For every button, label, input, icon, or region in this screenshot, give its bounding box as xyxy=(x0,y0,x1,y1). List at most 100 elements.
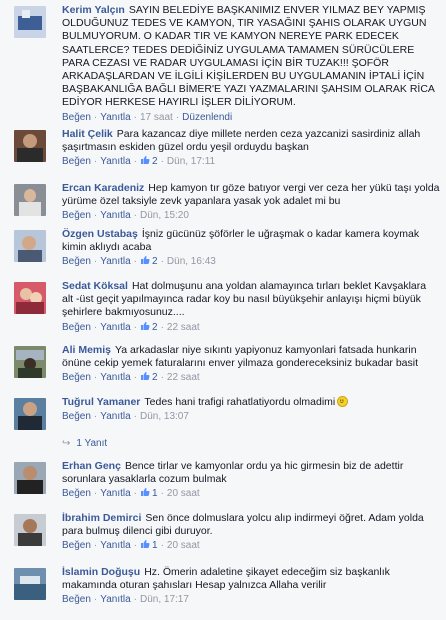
comment-text: Tedes hani trafigi rahatlatiyordu olmadi… xyxy=(144,396,336,408)
reply-arrow-icon: ↪ xyxy=(62,438,71,449)
thumbs-up-icon xyxy=(141,540,150,549)
comment-time[interactable]: 22 saat xyxy=(167,322,200,333)
avatar[interactable] xyxy=(14,282,46,314)
comment-meta: Beğen · Yanıtla · Dün, 17:17 xyxy=(62,594,189,606)
avatar[interactable] xyxy=(14,230,46,262)
like-count[interactable]: 2 xyxy=(140,156,158,167)
comment-author[interactable]: Sedat Köksal xyxy=(62,280,128,292)
reply-button[interactable]: Yanıtla xyxy=(100,488,130,499)
reply-button[interactable]: Yanıtla xyxy=(100,594,130,605)
thumbs-up-icon xyxy=(141,488,150,497)
comment-body: İbrahim Demirci Sen önce dolmuslara yolcu… xyxy=(62,512,440,538)
like-count[interactable]: 2 xyxy=(140,321,158,333)
comment: Sedat Köksal Hat dolmuşunu ana yoldan ala… xyxy=(0,276,446,340)
smile-emoji-icon xyxy=(337,396,349,407)
comment-meta: Beğen · Yanıtla · Dün, 13:07 xyxy=(62,411,189,423)
like-button[interactable]: Beğen xyxy=(62,322,91,333)
comment-author[interactable]: Tuğrul Yamaner xyxy=(62,396,140,408)
reply-button[interactable]: Yanıtla xyxy=(100,112,130,123)
comment-body: Özgen Ustabaş İşniz gücünüz şöförler le u… xyxy=(62,228,440,254)
comment-author[interactable]: Halit Çelik xyxy=(62,128,113,140)
like-button[interactable]: Beğen xyxy=(62,540,91,551)
comment: İslamin Doğuşu Hz. Ömerin adaletine şikay… xyxy=(0,562,446,612)
reply-button[interactable]: Yanıtla xyxy=(100,210,130,221)
like-count[interactable]: 1 xyxy=(140,540,158,551)
comment-meta: Beğen · Yanıtla · 17 saat · Düzenlendi xyxy=(62,111,233,123)
avatar[interactable] xyxy=(14,184,46,216)
reply-button[interactable]: Yanıtla xyxy=(100,256,130,267)
like-button[interactable]: Beğen xyxy=(62,256,91,267)
comment-body: Halit Çelik Para kazancaz diye millete ne… xyxy=(62,128,440,154)
comment-body: Sedat Köksal Hat dolmuşunu ana yoldan ala… xyxy=(62,280,440,320)
like-button[interactable]: Beğen xyxy=(62,372,91,383)
comment-time[interactable]: Dün, 17:17 xyxy=(140,594,189,605)
comment-text: Para kazancaz diye millete nerden ceza y… xyxy=(62,128,421,154)
comment-time[interactable]: Dün, 17:11 xyxy=(167,156,215,167)
thumbs-up-icon xyxy=(141,321,150,330)
comment-body: Erhan Genç Bence tirlar ve kamyonlar ordu… xyxy=(62,460,440,486)
comment: İbrahim Demirci Sen önce dolmuslara yolcu… xyxy=(0,508,446,562)
view-replies-link[interactable]: ↪ 1 Yanıt xyxy=(0,426,446,456)
reply-button[interactable]: Yanıtla xyxy=(100,156,130,167)
comment-meta: Beğen · Yanıtla · 2 · 22 saat xyxy=(62,372,200,384)
avatar[interactable] xyxy=(14,130,46,162)
thumbs-up-icon xyxy=(141,256,150,265)
like-button[interactable]: Beğen xyxy=(62,156,91,167)
comment-meta: Beğen · Yanıtla · 1 · 20 saat xyxy=(62,540,200,552)
comment-meta: Beğen · Yanıtla · 1 · 20 saat xyxy=(62,488,200,500)
comment-body: Ali Memiş Ya arkadaslar niye sıkıntı yapi… xyxy=(62,344,440,370)
comment-body: Ercan Karadeniz Hep kamyon tır göze batıy… xyxy=(62,182,440,208)
comment: Ali Memiş Ya arkadaslar niye sıkıntı yapi… xyxy=(0,340,446,392)
comment-meta: Beğen · Yanıtla · 2 · 22 saat xyxy=(62,321,200,333)
comment: Özgen Ustabaş İşniz gücünüz şöförler le u… xyxy=(0,224,446,276)
like-button[interactable]: Beğen xyxy=(62,594,91,605)
comment-text: SAYIN BELEDİYE BAŞKANIMIZ ENVER YILMAZ B… xyxy=(62,4,435,109)
comment: Ercan Karadeniz Hep kamyon tır göze batıy… xyxy=(0,178,446,224)
comment: Halit Çelik Para kazancaz diye millete ne… xyxy=(0,124,446,178)
comment-feed: Kerim Yalçın SAYIN BELEDİYE BAŞKANIMIZ EN… xyxy=(0,0,446,612)
comment-text: Ya arkadaslar niye sıkıntı yapiyonuz kam… xyxy=(62,344,419,370)
comment-meta: Beğen · Yanıtla · 2 · Dün, 16:43 xyxy=(62,256,216,268)
comment: Tuğrul Yamaner Tedes hani trafigi rahatla… xyxy=(0,392,446,430)
avatar[interactable] xyxy=(14,462,46,494)
comment-author[interactable]: Erhan Genç xyxy=(62,460,121,472)
avatar[interactable] xyxy=(14,568,46,600)
comment-author[interactable]: Ali Memiş xyxy=(62,344,111,356)
comment-author[interactable]: İslamin Doğuşu xyxy=(62,566,140,578)
comment-author[interactable]: Ercan Karadeniz xyxy=(62,182,144,194)
comment-body: Kerim Yalçın SAYIN BELEDİYE BAŞKANIMIZ EN… xyxy=(62,4,440,110)
comment-time[interactable]: 20 saat xyxy=(167,488,200,499)
avatar[interactable] xyxy=(14,398,46,430)
comment-body: Tuğrul Yamaner Tedes hani trafigi rahatla… xyxy=(62,396,440,409)
comment: Kerim Yalçın SAYIN BELEDİYE BAŞKANIMIZ EN… xyxy=(0,0,446,124)
avatar[interactable] xyxy=(14,6,46,38)
comment-time[interactable]: Dün, 13:07 xyxy=(140,411,189,422)
like-button[interactable]: Beğen xyxy=(62,210,91,221)
reply-button[interactable]: Yanıtla xyxy=(100,372,130,383)
reply-button[interactable]: Yanıtla xyxy=(100,411,130,422)
avatar[interactable] xyxy=(14,514,46,546)
reply-button[interactable]: Yanıtla xyxy=(100,322,130,333)
comment-time[interactable]: 17 saat xyxy=(140,112,173,123)
like-count[interactable]: 2 xyxy=(140,372,158,383)
comment-body: İslamin Doğuşu Hz. Ömerin adaletine şikay… xyxy=(62,566,440,592)
like-button[interactable]: Beğen xyxy=(62,488,91,499)
avatar[interactable] xyxy=(14,346,46,378)
comment-author[interactable]: İbrahim Demirci xyxy=(62,512,141,524)
like-count[interactable]: 1 xyxy=(140,488,158,499)
comment-author[interactable]: Özgen Ustabaş xyxy=(62,228,138,240)
comment-time[interactable]: Dün, 15:20 xyxy=(140,210,189,221)
comment-time[interactable]: 20 saat xyxy=(167,540,200,551)
comment: Erhan Genç Bence tirlar ve kamyonlar ordu… xyxy=(0,456,446,508)
edited-label[interactable]: Düzenlendi xyxy=(182,112,232,123)
comment-author[interactable]: Kerim Yalçın xyxy=(62,4,125,16)
like-button[interactable]: Beğen xyxy=(62,411,91,422)
reply-button[interactable]: Yanıtla xyxy=(100,540,130,551)
reply-count[interactable]: 1 Yanıt xyxy=(76,438,107,449)
like-button[interactable]: Beğen xyxy=(62,112,91,123)
comment-meta: Beğen · Yanıtla · 2 · Dün, 17:11 xyxy=(62,156,216,168)
comment-time[interactable]: Dün, 16:43 xyxy=(167,256,216,267)
like-count[interactable]: 2 xyxy=(140,256,158,267)
comment-time[interactable]: 22 saat xyxy=(167,372,200,383)
thumbs-up-icon xyxy=(141,156,150,165)
